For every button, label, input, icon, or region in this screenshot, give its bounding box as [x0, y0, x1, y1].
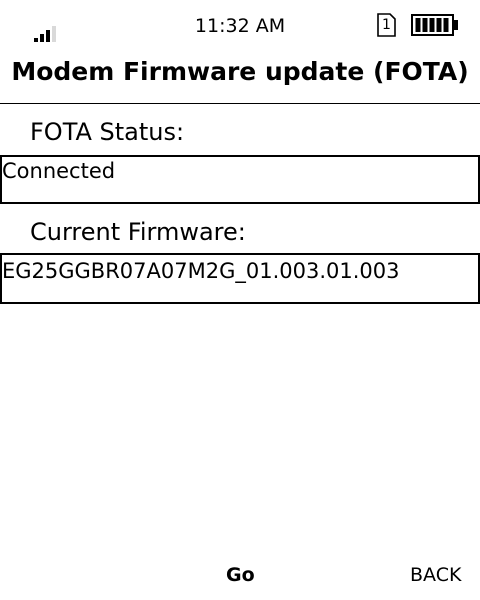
sim-card-icon: 1	[377, 13, 396, 37]
go-softkey[interactable]: Go	[226, 562, 255, 588]
fota-status-value: Connected	[2, 159, 116, 183]
status-bar: 11:32 AM 1	[0, 0, 480, 48]
page-title: Modem Firmware update (FOTA)	[11, 57, 469, 86]
status-time: 11:32 AM	[194, 15, 286, 37]
battery-icon	[411, 14, 459, 36]
title-divider	[0, 103, 480, 104]
back-softkey[interactable]: BACK	[410, 562, 461, 588]
sim-slot-number: 1	[382, 17, 391, 33]
fota-status-field: Connected	[0, 155, 480, 204]
current-firmware-field: EG25GGBR07A07M2G_01.003.01.003	[0, 253, 480, 304]
fota-status-label: FOTA Status:	[30, 118, 185, 146]
current-firmware-value: EG25GGBR07A07M2G_01.003.01.003	[2, 259, 400, 283]
current-firmware-label: Current Firmware:	[30, 218, 246, 246]
